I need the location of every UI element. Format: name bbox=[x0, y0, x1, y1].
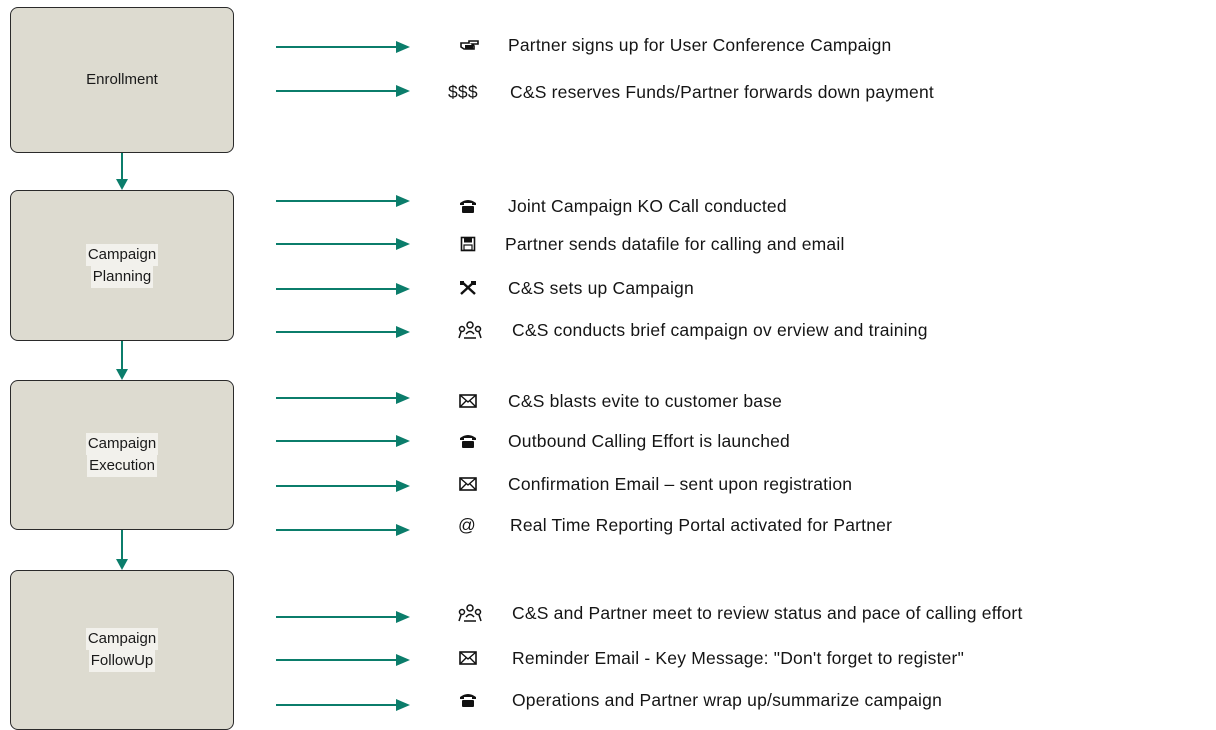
step-arrow bbox=[276, 654, 410, 666]
meeting-people-icon bbox=[458, 603, 482, 623]
step-text: C&S reserves Funds/Partner forwards down… bbox=[510, 82, 934, 102]
step-text: Partner signs up for User Conference Cam… bbox=[508, 35, 892, 55]
stage-campaign-planning: Campaign Planning bbox=[10, 190, 234, 341]
step-arrow bbox=[276, 524, 410, 536]
step-arrow bbox=[276, 435, 410, 447]
stage-execution-label-1: Campaign bbox=[85, 433, 159, 455]
step-text: C&S and Partner meet to review status an… bbox=[512, 603, 1023, 623]
stage-followup-label-1: Campaign bbox=[85, 628, 159, 650]
step-text: Real Time Reporting Portal activated for… bbox=[510, 515, 893, 535]
step-text: Outbound Calling Effort is launched bbox=[508, 431, 790, 451]
telephone-icon bbox=[456, 196, 480, 216]
step-arrow bbox=[276, 41, 410, 53]
connector-arrow bbox=[116, 341, 128, 380]
money-symbol: $$$ bbox=[448, 82, 478, 102]
step-text: C&S blasts evite to customer base bbox=[508, 391, 783, 411]
at-sign-icon: @ bbox=[458, 515, 476, 535]
stage-enrollment-label: Enrollment bbox=[86, 71, 158, 88]
step-arrow bbox=[276, 195, 410, 207]
step-text: C&S conducts brief campaign ov erview an… bbox=[512, 320, 928, 340]
step-text: Operations and Partner wrap up/summarize… bbox=[512, 690, 943, 710]
stage-execution-label-2: Execution bbox=[87, 455, 157, 477]
floppy-disk-icon bbox=[456, 234, 480, 254]
meeting-people-icon bbox=[458, 320, 482, 340]
stage-campaign-followup: Campaign FollowUp bbox=[10, 570, 234, 730]
tools-icon bbox=[456, 278, 480, 298]
envelope-icon bbox=[456, 474, 480, 494]
step-arrow bbox=[276, 85, 410, 97]
stage-campaign-execution: Campaign Execution bbox=[10, 380, 234, 530]
step-text: Joint Campaign KO Call conducted bbox=[508, 196, 787, 216]
stage-planning-label-1: Campaign bbox=[85, 243, 159, 266]
step-arrow bbox=[276, 392, 410, 404]
connector-arrow bbox=[116, 530, 128, 570]
step-arrow bbox=[276, 480, 410, 492]
stage-planning-label-2: Planning bbox=[90, 265, 154, 288]
step-arrow bbox=[276, 283, 410, 295]
pointing-hand-icon bbox=[458, 35, 482, 55]
stage-followup-label-2: FollowUp bbox=[88, 650, 156, 672]
step-text: Confirmation Email – sent upon registrat… bbox=[508, 474, 853, 494]
step-arrow bbox=[276, 326, 410, 338]
step-text: Partner sends datafile for calling and e… bbox=[505, 234, 845, 254]
step-arrow bbox=[276, 699, 410, 711]
stage-enrollment: Enrollment bbox=[10, 7, 234, 153]
telephone-icon bbox=[456, 690, 480, 710]
step-text: Reminder Email - Key Message: "Don't for… bbox=[512, 648, 964, 668]
envelope-icon bbox=[456, 391, 480, 411]
connector-arrow bbox=[116, 153, 128, 190]
step-arrow bbox=[276, 611, 410, 623]
step-text: C&S sets up Campaign bbox=[508, 278, 694, 298]
telephone-icon bbox=[456, 431, 480, 451]
step-arrow bbox=[276, 238, 410, 250]
envelope-icon bbox=[456, 648, 480, 668]
